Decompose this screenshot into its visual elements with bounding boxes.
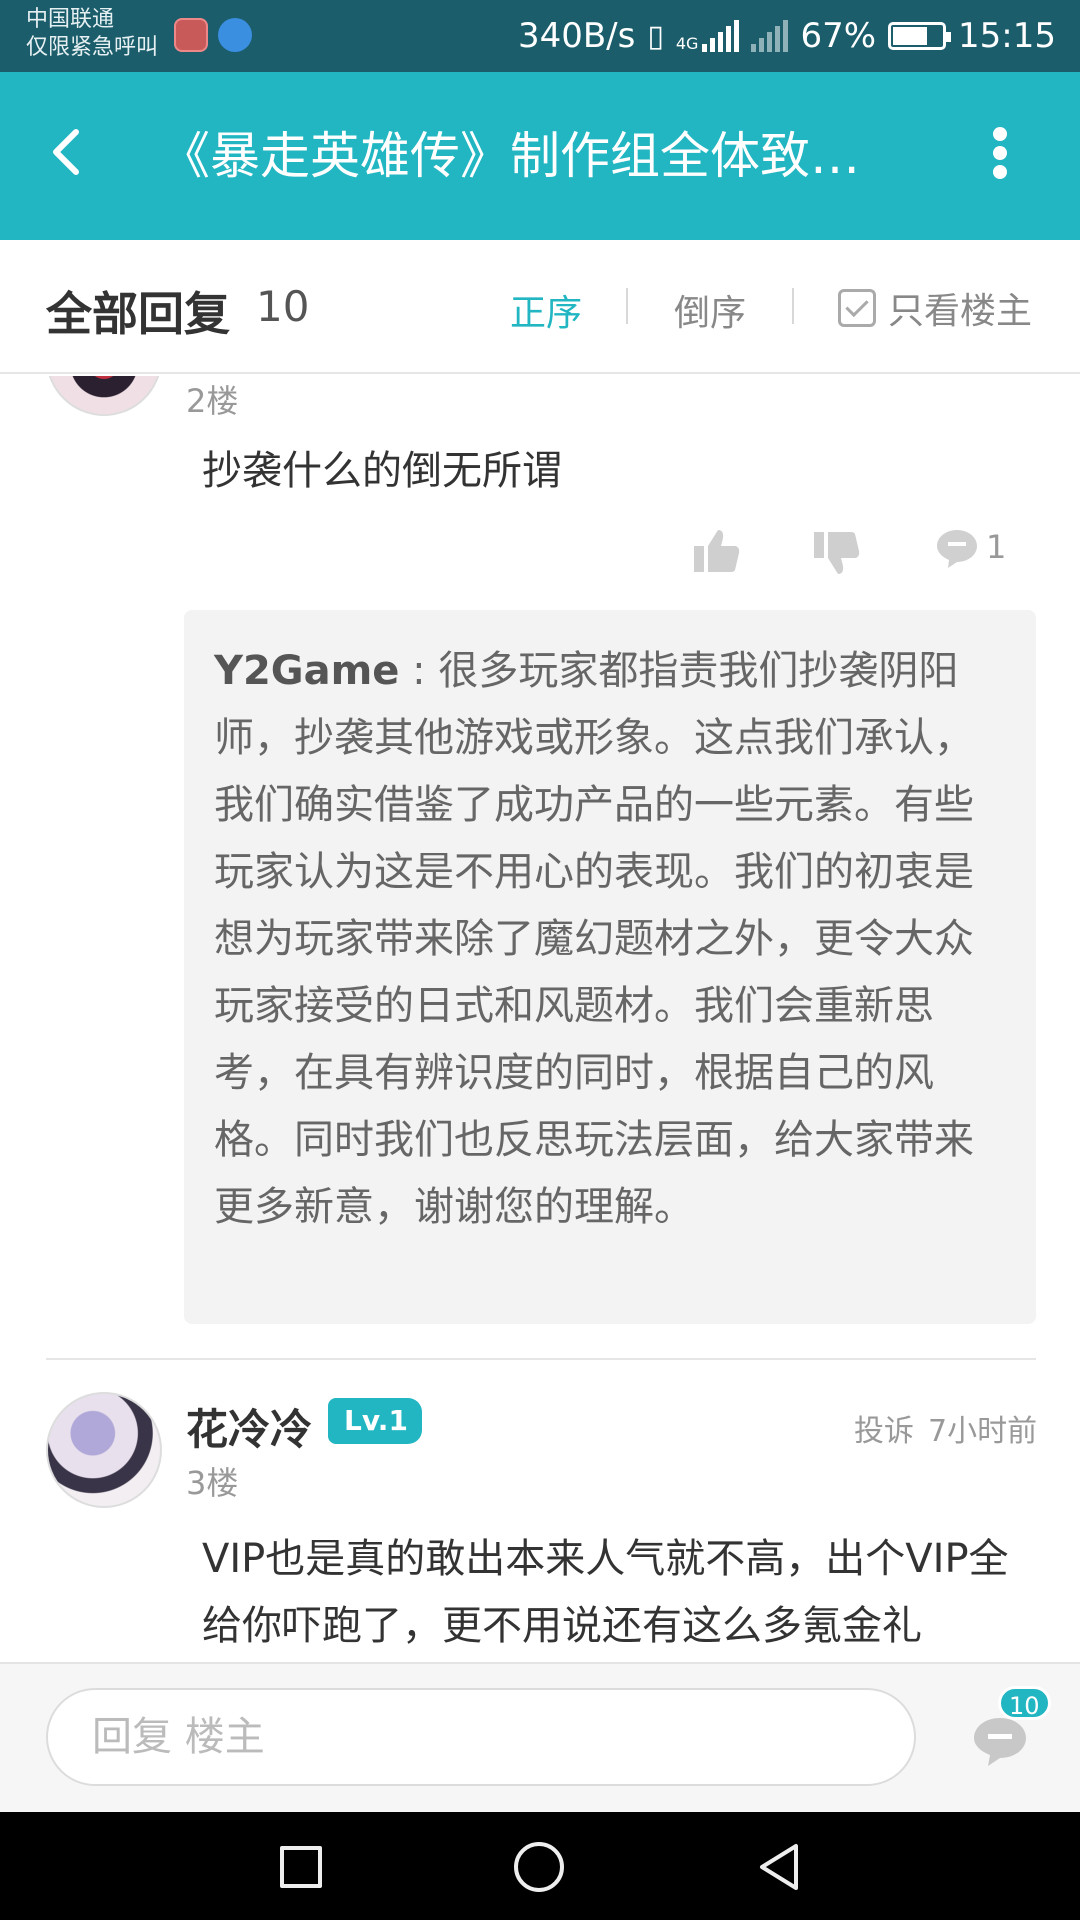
reply-input[interactable]: 回复 楼主 <box>46 1688 916 1786</box>
thumbs-up-icon[interactable] <box>692 526 742 576</box>
carrier-name: 中国联通 <box>26 7 115 32</box>
floor-number: 2楼 <box>186 382 239 420</box>
comment-count: 1 <box>986 528 1007 566</box>
recent-apps-icon[interactable] <box>280 1846 322 1888</box>
network-type: 4G <box>675 34 699 53</box>
battery-percent: 67% <box>800 16 877 56</box>
carrier-info: 中国联通 仅限紧急呼叫 <box>26 6 158 62</box>
username[interactable]: 花冷冷 <box>186 1396 312 1457</box>
checkbox-icon[interactable] <box>838 289 876 327</box>
page-title: 《暴走英雄传》制作组全体致… <box>160 127 860 185</box>
comment-count-badge: 10 <box>998 1686 1051 1720</box>
all-replies-heading: 全部回复 <box>46 287 230 341</box>
reply-bar: 回复 楼主 10 <box>0 1662 1080 1812</box>
reply-list[interactable]: 2楼 抄袭什么的倒无所谓 1 Y2Game : 很多玩家都指责我们抄袭阴阳师，抄… <box>0 376 1080 1662</box>
level-badge: Lv.1 <box>328 1398 422 1444</box>
reply-filter-bar: 全部回复 10 正序 倒序 只看楼主 <box>0 240 1080 374</box>
nav-back-icon[interactable] <box>756 1842 806 1892</box>
avatar[interactable] <box>46 1392 162 1508</box>
divider <box>792 288 794 324</box>
signal-no-service-icon <box>751 20 789 52</box>
nested-reply[interactable]: Y2Game : 很多玩家都指责我们抄袭阴阳师，抄袭其他游戏或形象。这点我们承认… <box>184 610 1036 1324</box>
report-link[interactable]: 投诉 <box>854 1406 914 1450</box>
notification-app-icon <box>174 18 208 52</box>
reply-text: 很多玩家都指责我们抄袭阴阳师，抄袭其他游戏或形象。这点我们承认，我们确实借鉴了成… <box>214 648 974 1230</box>
post-divider <box>46 1358 1036 1360</box>
vibrate-icon: ▯ <box>647 18 664 54</box>
post-time: 7小时前 <box>928 1414 1038 1449</box>
status-bar: 中国联通 仅限紧急呼叫 340B/s ▯ 4G 67% 15:15 <box>0 0 1080 72</box>
notification-hotspot-icon <box>218 18 252 52</box>
reply-count: 10 <box>256 282 310 331</box>
system-nav-bar <box>0 1812 1080 1920</box>
status-indicators: 340B/s ▯ 4G 67% 15:15 <box>518 12 1056 60</box>
post-content: 抄袭什么的倒无所谓 <box>202 448 562 494</box>
battery-icon <box>888 22 952 50</box>
sort-ascending-tab[interactable]: 正序 <box>510 284 582 336</box>
more-vertical-icon[interactable] <box>980 122 1020 186</box>
home-icon[interactable] <box>514 1842 564 1892</box>
only-op-toggle[interactable]: 只看楼主 <box>838 282 1032 334</box>
divider <box>626 288 628 324</box>
reply-author[interactable]: Y2Game <box>214 648 399 694</box>
emergency-only-label: 仅限紧急呼叫 <box>26 35 159 60</box>
post-content: VIP也是真的敢出本来人气就不高，出个VIP全给你吓跑了，更不用说还有这么多氪金… <box>202 1536 1009 1649</box>
back-arrow-icon[interactable] <box>40 122 100 182</box>
signal-4g-icon: 4G <box>676 20 740 52</box>
thumbs-down-icon[interactable] <box>812 528 862 578</box>
avatar[interactable] <box>46 376 162 416</box>
reply-separator: : <box>399 648 439 694</box>
comment-bubble-icon[interactable] <box>934 526 980 572</box>
floor-number: 3楼 <box>186 1464 239 1502</box>
net-speed: 340B/s <box>517 16 636 56</box>
sort-descending-tab[interactable]: 倒序 <box>674 284 746 336</box>
app-bar: 《暴走英雄传》制作组全体致… <box>0 72 1080 240</box>
clock: 15:15 <box>958 16 1056 56</box>
only-op-label: 只看楼主 <box>888 291 1033 332</box>
